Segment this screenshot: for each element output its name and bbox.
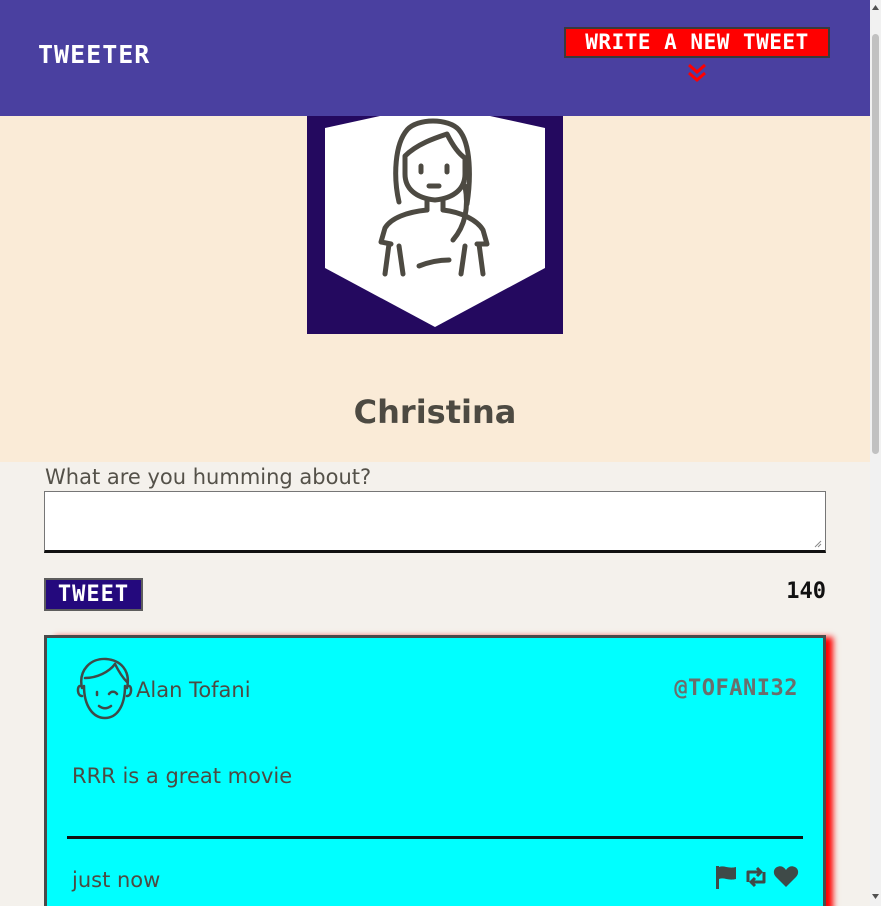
scroll-up-icon[interactable]	[872, 4, 879, 11]
retweet-icon[interactable]	[743, 864, 769, 890]
tweet-author-name: Alan Tofani	[136, 678, 251, 702]
tweet-timestamp: just now	[72, 868, 161, 892]
write-new-tweet-button[interactable]: WRITE A NEW TWEET	[564, 27, 830, 58]
tweet-actions	[713, 864, 799, 890]
tweet-card: Alan Tofani @TOFANI32 RRR is a great mov…	[44, 635, 826, 906]
woman-avatar-icon	[325, 104, 545, 327]
flag-icon[interactable]	[713, 864, 739, 890]
tweet-divider	[67, 836, 803, 839]
composer-label: What are you humming about?	[45, 465, 372, 489]
tweet-submit-button[interactable]: TWEET	[44, 578, 143, 611]
resize-grip-icon[interactable]	[814, 540, 822, 548]
profile-name: Christina	[353, 393, 517, 431]
double-chevron-down-icon[interactable]	[686, 62, 708, 84]
tweet-content: RRR is a great movie	[72, 764, 293, 788]
scroll-down-icon[interactable]	[872, 893, 879, 900]
scroll-thumb[interactable]	[872, 34, 879, 454]
brand-logo[interactable]: TWEETER	[38, 40, 150, 70]
tweet-author-handle: @TOFANI32	[674, 676, 798, 701]
user-avatar-icon	[76, 657, 133, 720]
profile-avatar	[307, 104, 563, 334]
tweet-textarea[interactable]	[44, 491, 826, 553]
page: TWEETER WRITE A NEW TWEET Christina What…	[0, 0, 881, 906]
profile-header: Christina	[0, 104, 870, 462]
nav-bar: TWEETER WRITE A NEW TWEET	[0, 0, 870, 116]
vertical-scrollbar[interactable]	[870, 0, 881, 906]
heart-icon[interactable]	[773, 864, 799, 890]
character-counter: 140	[786, 579, 826, 604]
